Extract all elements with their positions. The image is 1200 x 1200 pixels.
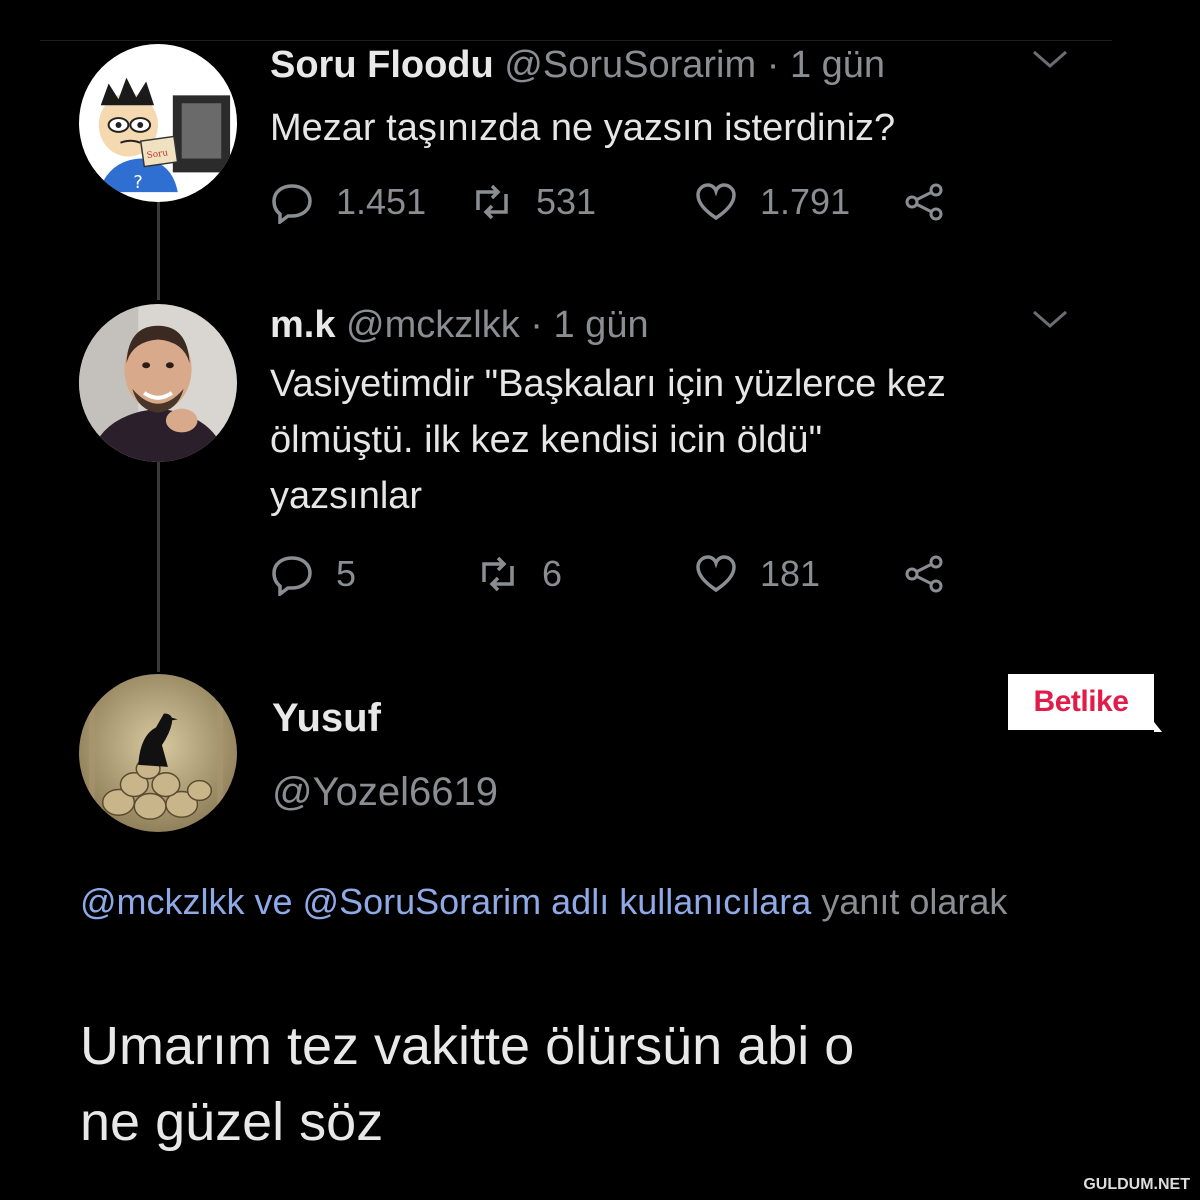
avatar-mk[interactable]: [79, 304, 237, 462]
tweet-text: Vasiyetimdir "Başkaları için yüzlerce ke…: [270, 356, 946, 524]
reply-button[interactable]: 1.451: [270, 180, 426, 224]
tweet-text-line: ölmüştü. ilk kez kendisi icin öldü": [270, 419, 823, 461]
retweet-icon: [482, 556, 514, 592]
site-credit: GULDUM.NET: [1083, 1176, 1190, 1193]
retweet-button[interactable]: 531: [470, 180, 596, 224]
tweet-text-line: yazsınlar: [270, 475, 423, 517]
retweet-icon: [476, 184, 508, 220]
like-count: 1.791: [760, 181, 851, 222]
heart-icon: [696, 555, 736, 593]
share-icon: [905, 555, 943, 593]
heart-icon: [696, 183, 736, 221]
author-handle[interactable]: @SoruSorarim: [504, 44, 756, 86]
share-button[interactable]: [902, 180, 968, 224]
tweet-actions: 5 6 181: [270, 552, 970, 612]
author-name[interactable]: m.k: [270, 304, 335, 346]
tweet-header: Soru Floodu @SoruSorarim · 1 gün: [270, 44, 885, 87]
reply-count: 5: [336, 553, 357, 594]
comment-bubble-icon: [272, 556, 312, 596]
reply-count: 1.451: [336, 181, 427, 222]
cartoon-avatar: ? Soru: [79, 44, 237, 202]
reply-to-suffix: yanıt olarak: [811, 881, 1008, 922]
tweet-text-line: Mezar taşınızda ne yazsın isterdiniz?: [270, 107, 896, 149]
reply-tweet-text: Umarım tez vakitte ölürsün abi o ne güze…: [80, 1008, 854, 1160]
retweet-count: 6: [542, 553, 563, 594]
author-handle[interactable]: @Yozel6619: [272, 770, 498, 815]
author-handle[interactable]: @mckzlkk: [346, 304, 520, 346]
comment-bubble-icon: [272, 184, 312, 224]
retweet-count: 531: [536, 181, 597, 222]
like-button[interactable]: 1.791: [694, 180, 850, 224]
share-icon: [905, 183, 943, 221]
reply-to-mentions[interactable]: @mckzlkk ve @SoruSorarim adlı kullanıcıl…: [80, 881, 811, 922]
like-count: 181: [760, 553, 821, 594]
retweet-button[interactable]: 6: [476, 552, 562, 596]
top-divider: [40, 40, 1112, 41]
author-name[interactable]: Yusuf: [272, 696, 381, 741]
author-name[interactable]: Soru Floodu: [270, 44, 494, 86]
tweet-actions: 1.451 531 1.791: [270, 180, 970, 240]
thread-line: [157, 462, 160, 672]
tweet-text-line: Vasiyetimdir "Başkaları için yüzlerce ke…: [270, 363, 946, 405]
replying-to: @mckzlkk ve @SoruSorarim adlı kullanıcıl…: [80, 873, 1120, 931]
timestamp[interactable]: · 1 gün: [530, 304, 648, 346]
watermark-logo: Betlike: [1008, 674, 1162, 732]
tweet-text-line: Umarım tez vakitte ölürsün abi o: [80, 1016, 855, 1076]
share-button[interactable]: [902, 552, 968, 596]
avatar-soru-floodu[interactable]: ? Soru: [79, 44, 237, 202]
raven-on-skulls-avatar: [79, 674, 237, 832]
chevron-down-icon[interactable]: [1030, 46, 1070, 80]
man-avatar: [79, 304, 237, 462]
reply-button[interactable]: 5: [270, 552, 356, 596]
avatar-yusuf[interactable]: [79, 674, 237, 832]
like-button[interactable]: 181: [694, 552, 820, 596]
tweet-text-line: ne güzel söz: [80, 1092, 384, 1152]
svg-text:?: ?: [133, 173, 142, 193]
chevron-down-icon[interactable]: [1030, 306, 1070, 340]
thread-line: [157, 200, 160, 300]
tweet-header: m.k @mckzlkk · 1 gün: [270, 304, 649, 347]
timestamp[interactable]: · 1 gün: [767, 44, 885, 86]
tweet-text: Mezar taşınızda ne yazsın isterdiniz?: [270, 100, 895, 156]
